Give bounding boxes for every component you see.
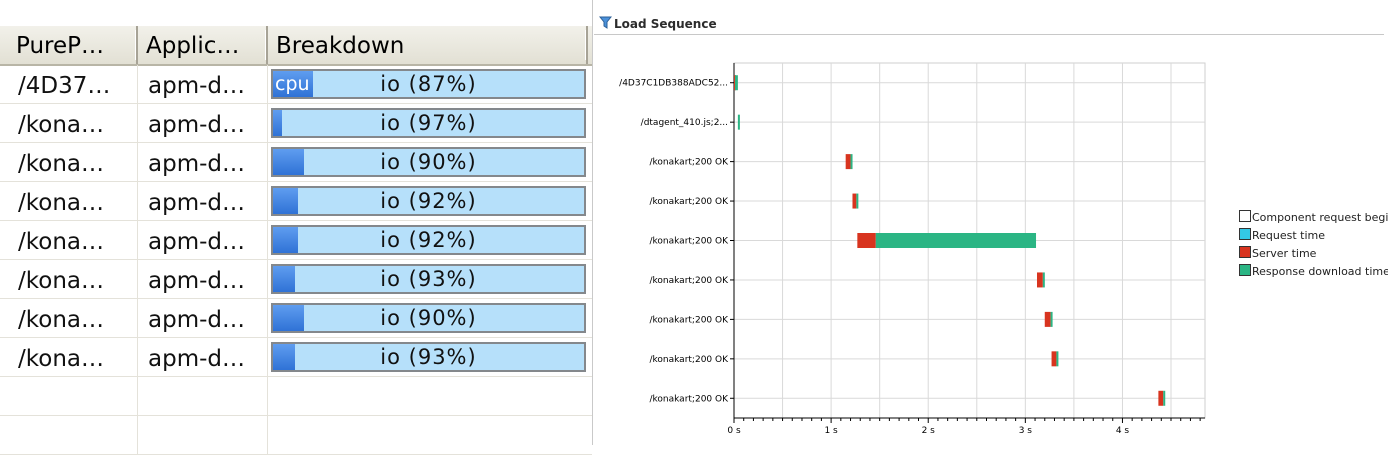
breakdown-bar: io (93%): [271, 264, 586, 294]
table-row[interactable]: /4D37… apm-d… cpu io (87%): [0, 65, 592, 104]
category-label: /konakart;200 OK: [649, 276, 729, 286]
category-label: /4D37C1DB388ADC52...: [619, 79, 728, 89]
breakdown-bar: io (90%): [271, 303, 586, 333]
breakdown-bar: cpu io (87%): [271, 69, 586, 99]
gantt-bar-segment: [1158, 390, 1164, 406]
breakdown-bar: io (92%): [271, 186, 586, 216]
legend-label: Component request begin: [1252, 211, 1388, 224]
application-cell: [138, 377, 268, 415]
application-cell: apm-d…: [138, 221, 268, 259]
purepath-cell: /kona…: [8, 143, 138, 181]
legend-label: Response download time: [1252, 265, 1388, 278]
application-cell: apm-d…: [138, 338, 268, 376]
table-row[interactable]: /kona… apm-d… io (90%): [0, 143, 592, 182]
gantt-bar-segment: [845, 154, 851, 170]
application-cell: apm-d…: [138, 65, 268, 103]
category-label: /konakart;200 OK: [649, 158, 729, 168]
breakdown-label: io (97%): [380, 111, 477, 135]
gantt-bar-segment: [852, 193, 857, 209]
table-row[interactable]: /kona… apm-d… io (97%): [0, 104, 592, 143]
application-cell: [138, 416, 268, 454]
purepath-cell: [8, 416, 138, 454]
legend-swatch: [1239, 228, 1251, 240]
gantt-bar-segment: [1051, 351, 1057, 367]
breakdown-bar: io (93%): [271, 342, 586, 372]
gantt-bar-segment: [875, 233, 1037, 248]
application-cell: apm-d…: [138, 299, 268, 337]
purepath-cell: /kona…: [8, 338, 138, 376]
category-label: /konakart;200 OK: [649, 394, 729, 404]
legend-item: Request time: [1239, 228, 1325, 242]
x-tick-label: 0 s: [727, 426, 741, 436]
breakdown-bar: io (90%): [271, 147, 586, 177]
table-row[interactable]: [0, 416, 592, 455]
table-row[interactable]: /kona… apm-d… io (92%): [0, 182, 592, 221]
x-tick-label: 2 s: [922, 426, 936, 436]
gantt-bar-segment: [857, 233, 876, 248]
category-label: /konakart;200 OK: [649, 237, 729, 247]
table-row[interactable]: /kona… apm-d… io (92%): [0, 221, 592, 260]
gantt-bar-segment: [1036, 272, 1043, 288]
gantt-bar-segment: [856, 193, 859, 209]
load-sequence-panel: Load Sequence 0 s1 s2 s3 s4 s/4D37C1DB38…: [594, 0, 1388, 445]
purepath-cell: [8, 377, 138, 415]
breakdown-label: io (93%): [380, 267, 477, 291]
application-cell: apm-d…: [138, 143, 268, 181]
legend-label: Server time: [1252, 247, 1317, 260]
gantt-bar-segment: [737, 114, 740, 130]
purepath-cell: /kona…: [8, 260, 138, 298]
legend-swatch: [1239, 246, 1251, 258]
category-label: /dtagent_410.js;2...: [641, 118, 728, 128]
legend-item: Component request begin: [1239, 210, 1388, 224]
breakdown-cell: [268, 416, 592, 454]
breakdown-bar: io (97%): [271, 108, 586, 138]
purepath-cell: /kona…: [8, 299, 138, 337]
gantt-bar-segment: [1044, 311, 1051, 327]
legend-item: Server time: [1239, 246, 1316, 260]
column-header-purepath[interactable]: PureP…: [8, 26, 138, 64]
breakdown-cell: [268, 377, 592, 415]
legend-label: Request time: [1252, 229, 1326, 242]
x-tick-label: 4 s: [1116, 426, 1130, 436]
legend-swatch: [1239, 264, 1251, 276]
gantt-bar-segment: [850, 154, 853, 170]
purepath-cell: /kona…: [8, 104, 138, 142]
gantt-bar-segment: [1163, 390, 1166, 406]
x-tick-label: 3 s: [1019, 426, 1033, 436]
table-row[interactable]: /kona… apm-d… io (93%): [0, 260, 592, 299]
application-cell: apm-d…: [138, 182, 268, 220]
legend-item: Response download time: [1239, 264, 1388, 278]
breakdown-grid: PureP… Applic… Breakdown /4D37… apm-d… cpu…: [0, 0, 593, 455]
gantt-bar-segment: [1042, 272, 1045, 288]
purepath-cell: /kona…: [8, 182, 138, 220]
breakdown-bar: io (92%): [271, 225, 586, 255]
breakdown-label: io (90%): [380, 150, 477, 174]
table-row[interactable]: /kona… apm-d… io (90%): [0, 299, 592, 338]
gantt-bar-segment: [734, 75, 738, 91]
column-header-application[interactable]: Applic…: [138, 26, 268, 64]
breakdown-label: io (93%): [380, 345, 477, 369]
breakdown-label: io (90%): [380, 306, 477, 330]
application-cell: apm-d…: [138, 260, 268, 298]
column-header-breakdown[interactable]: Breakdown: [268, 26, 588, 64]
table-row[interactable]: [0, 377, 592, 416]
x-tick-label: 1 s: [824, 426, 838, 436]
breakdown-label: io (92%): [380, 228, 477, 252]
category-label: /konakart;200 OK: [649, 355, 729, 365]
grid-header-row: PureP… Applic… Breakdown: [0, 26, 592, 66]
purepath-cell: /4D37…: [8, 65, 138, 103]
category-label: /konakart;200 OK: [649, 315, 729, 325]
breakdown-label: io (87%): [380, 72, 477, 96]
table-row[interactable]: /kona… apm-d… io (93%): [0, 338, 592, 377]
legend-swatch: [1239, 210, 1251, 222]
grid-top-area: [0, 0, 592, 26]
application-cell: apm-d…: [138, 104, 268, 142]
gantt-bar-segment: [1050, 311, 1053, 327]
category-label: /konakart;200 OK: [649, 197, 729, 207]
gantt-bar-segment: [1056, 351, 1059, 367]
breakdown-label: io (92%): [380, 189, 477, 213]
purepath-cell: /kona…: [8, 221, 138, 259]
